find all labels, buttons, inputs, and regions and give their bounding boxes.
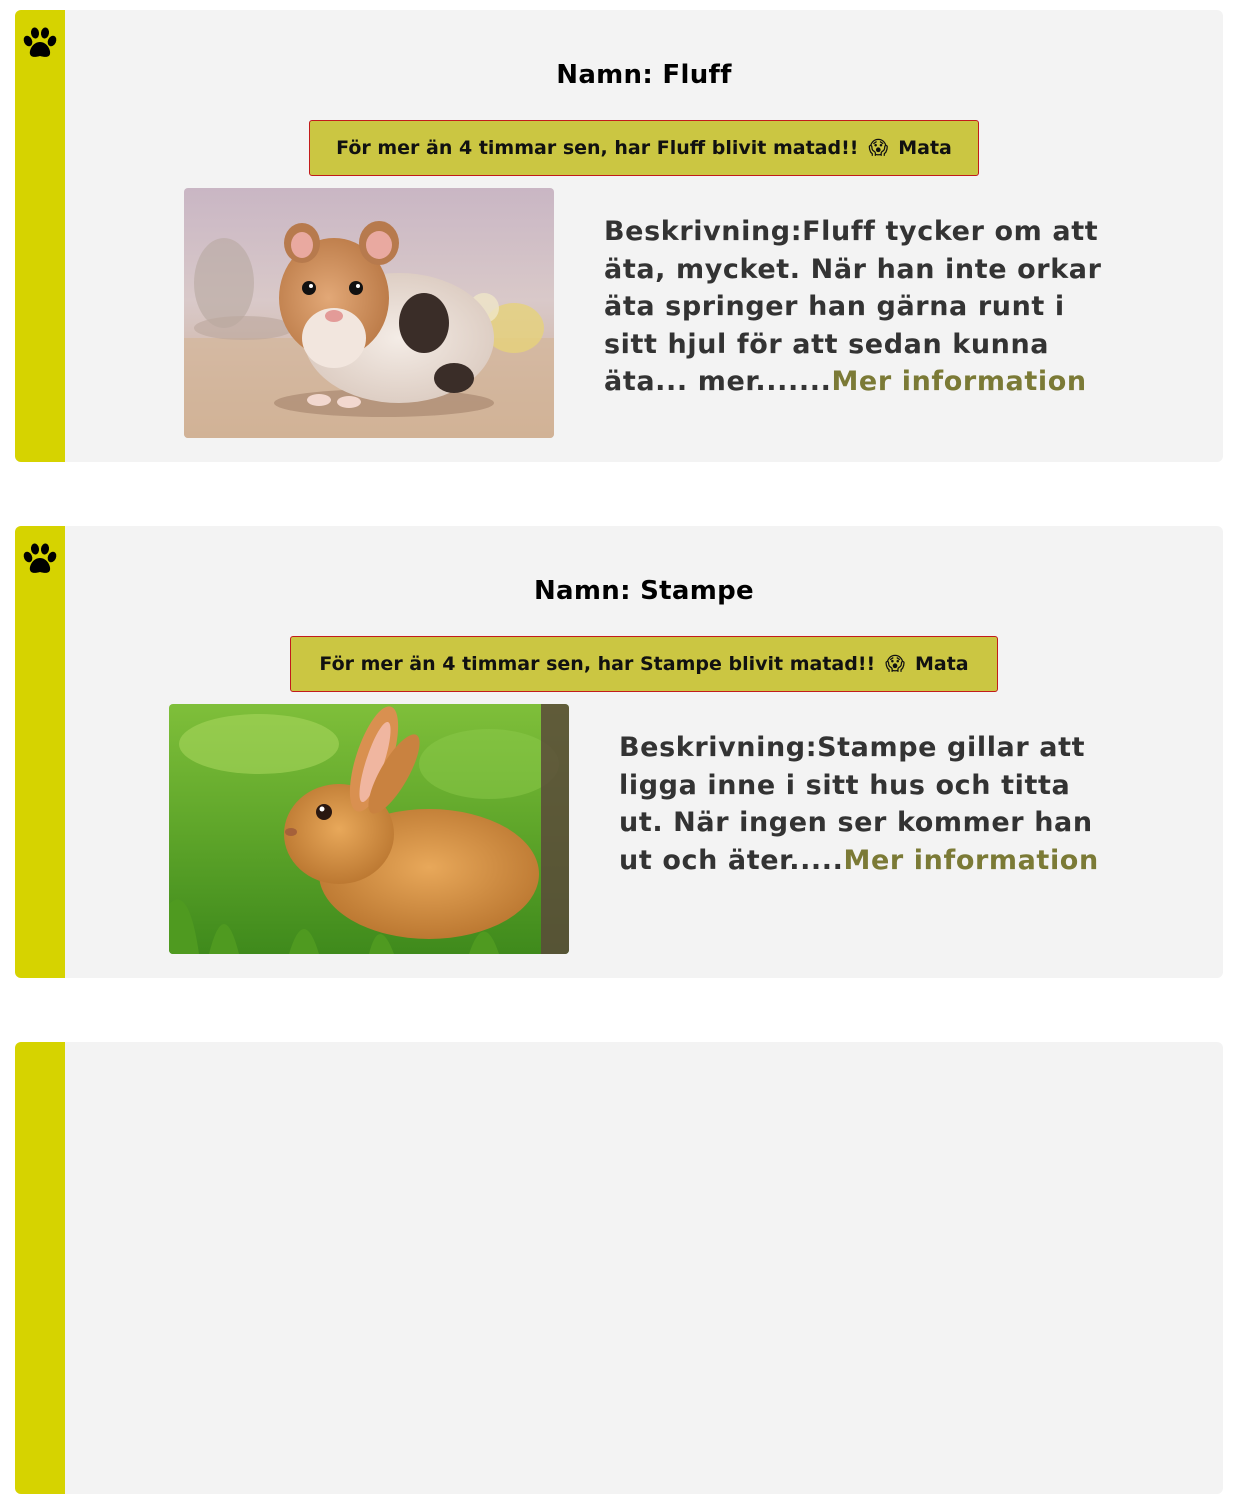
more-info-link[interactable]: Mer information: [844, 845, 1099, 876]
feed-button[interactable]: För mer än 4 timmar sen, har Fluff blivi…: [309, 120, 979, 176]
scared-face-icon: 😱: [885, 653, 905, 675]
card-stripe: [15, 526, 65, 978]
feed-action-label: Mata: [914, 653, 969, 675]
feed-button[interactable]: För mer än 4 timmar sen, har Stampe bliv…: [290, 636, 998, 692]
pet-card: Namn: Fluff För mer än 4 timmar sen, har…: [15, 10, 1223, 462]
pet-photo-hamster: [184, 188, 554, 438]
pet-card-partial: [15, 1042, 1223, 1494]
pet-description: Beskrivning:Fluff tycker om att äta, myc…: [604, 213, 1124, 401]
pet-photo-rabbit: [169, 704, 569, 954]
feed-status-text: För mer än 4 timmar sen, har Fluff blivi…: [336, 137, 859, 159]
scared-face-icon: 😱: [868, 137, 889, 159]
feed-action-label: Mata: [898, 137, 952, 159]
pet-card: Namn: Stampe För mer än 4 timmar sen, ha…: [15, 526, 1223, 978]
pet-name: Namn: Stampe: [534, 576, 754, 606]
paw-icon: [23, 27, 57, 57]
pet-name: Namn: Fluff: [556, 60, 732, 90]
paw-icon: [23, 543, 57, 573]
more-info-link[interactable]: Mer information: [831, 366, 1086, 397]
card-stripe: [15, 1042, 65, 1494]
card-stripe: [15, 10, 65, 462]
pet-description: Beskrivning:Stampe gillar att ligga inne…: [619, 729, 1119, 879]
feed-status-text: För mer än 4 timmar sen, har Stampe bliv…: [319, 653, 876, 675]
